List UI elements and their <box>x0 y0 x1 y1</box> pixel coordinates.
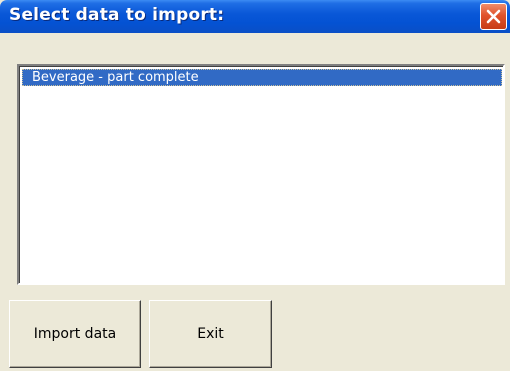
data-listbox[interactable]: Beverage - part complete <box>17 64 505 285</box>
title-bar[interactable]: Select data to import: <box>0 0 510 33</box>
import-data-button[interactable]: Import data <box>9 300 141 368</box>
dialog-title: Select data to import: <box>9 5 225 25</box>
list-item[interactable]: Beverage - part complete <box>22 69 502 86</box>
close-button[interactable] <box>480 3 507 30</box>
import-dialog: Select data to import: Beverage - part c… <box>0 0 510 371</box>
close-icon <box>486 9 501 24</box>
exit-button[interactable]: Exit <box>149 300 272 368</box>
